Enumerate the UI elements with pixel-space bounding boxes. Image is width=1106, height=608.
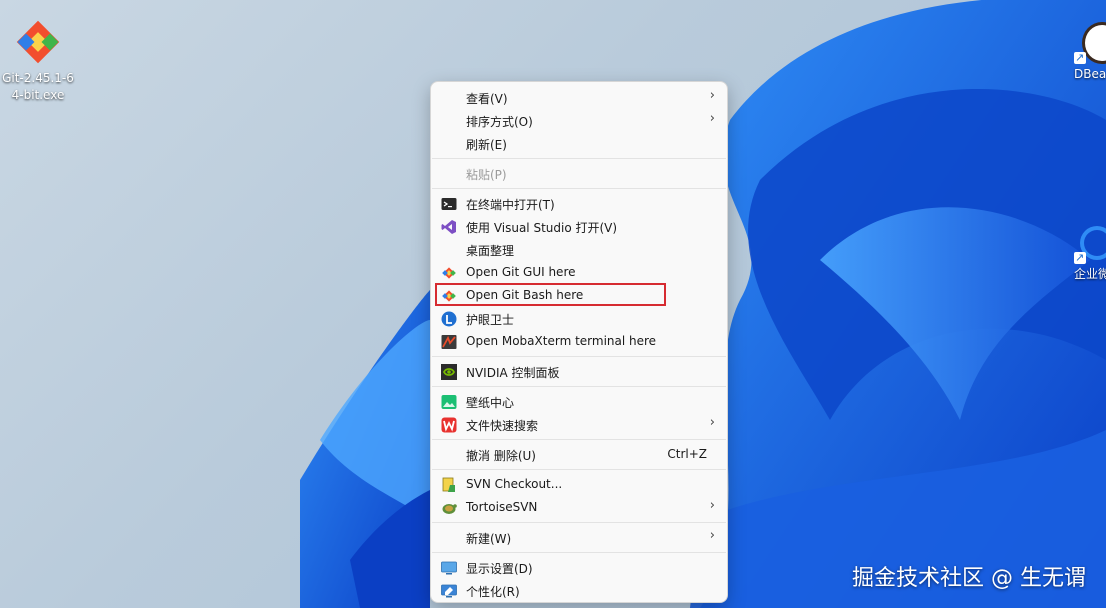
menu-item-nvidia[interactable]: NVIDIA 控制面板: [431, 360, 727, 383]
menu-item-label: 使用 Visual Studio 打开(V): [466, 221, 618, 235]
menu-item-label: 文件快速搜索: [466, 419, 539, 433]
menu-item-label: 刷新(E): [466, 138, 507, 152]
menu-item-svn-checkout[interactable]: SVN Checkout...: [431, 473, 727, 496]
menu-item-file-search[interactable]: 文件快速搜索 ›: [431, 413, 727, 436]
desktop-icon-git-installer[interactable]: Git-2.45.1-6 4-bit.exe: [2, 18, 74, 104]
tortoisesvn-icon: [442, 504, 457, 514]
menu-item-label: 粘贴(P): [466, 168, 507, 182]
context-menu: 查看(V) › 排序方式(O) › 刷新(E) 粘贴(P) 在终端中打开(T) …: [430, 81, 728, 603]
menu-item-wallpaper-center[interactable]: 壁纸中心: [431, 390, 727, 413]
nvidia-icon: [441, 364, 457, 380]
shortcut-arrow-icon: [1074, 249, 1086, 266]
menu-item-label: NVIDIA 控制面板: [466, 366, 560, 380]
eye-guard-icon: [441, 311, 457, 327]
menu-item-refresh[interactable]: 刷新(E): [431, 132, 727, 155]
menu-item-label: 个性化(R): [466, 585, 520, 599]
menu-item-label: 在终端中打开(T): [466, 198, 555, 212]
mobaxterm-icon: [441, 335, 457, 349]
menu-item-new[interactable]: 新建(W) ›: [431, 526, 727, 549]
visual-studio-icon: [441, 220, 456, 234]
menu-separator: [432, 439, 726, 440]
menu-item-git-gui[interactable]: Open Git GUI here: [431, 261, 727, 284]
menu-item-sort[interactable]: 排序方式(O) ›: [431, 109, 727, 132]
annotation-highlight-box: [435, 283, 666, 306]
svn-checkout-icon: [442, 477, 455, 492]
menu-separator: [432, 522, 726, 523]
menu-item-open-visual-studio[interactable]: 使用 Visual Studio 打开(V): [431, 215, 727, 238]
menu-item-label: 壁纸中心: [466, 396, 515, 410]
menu-separator: [432, 469, 726, 470]
menu-item-shortcut: Ctrl+Z: [667, 447, 707, 461]
menu-separator: [432, 158, 726, 159]
desktop-icon-wecom[interactable]: 企业微: [1074, 220, 1106, 283]
menu-item-label: 桌面整理: [466, 244, 515, 258]
personalize-icon: [441, 584, 457, 598]
desktop-icon-label: 企业微: [1074, 267, 1106, 281]
menu-separator: [432, 356, 726, 357]
menu-item-mobaxterm[interactable]: Open MobaXterm terminal here: [431, 330, 727, 353]
menu-item-label: 显示设置(D): [466, 562, 533, 576]
menu-item-tortoisesvn[interactable]: TortoiseSVN ›: [431, 496, 727, 519]
git-icon: [442, 267, 456, 279]
wps-icon: [441, 417, 457, 433]
submenu-arrow-icon: ›: [709, 88, 715, 103]
git-installer-icon: [16, 20, 60, 64]
menu-item-label: Open MobaXterm terminal here: [466, 334, 657, 348]
desktop-icon-label: 4-bit.exe: [11, 88, 65, 102]
desktop-icon-label: Git-2.45.1-6: [2, 71, 74, 85]
menu-item-desktop-organize[interactable]: 桌面整理: [431, 238, 727, 261]
menu-item-personalize[interactable]: 个性化(R): [431, 579, 727, 602]
desktop-icon-label: DBea: [1074, 67, 1106, 81]
terminal-icon: [441, 198, 457, 210]
submenu-arrow-icon: ›: [709, 528, 715, 543]
menu-item-open-terminal[interactable]: 在终端中打开(T): [431, 192, 727, 215]
submenu-arrow-icon: ›: [709, 111, 715, 126]
menu-separator: [432, 188, 726, 189]
menu-item-view[interactable]: 查看(V) ›: [431, 86, 727, 109]
desktop-icon-dbeaver[interactable]: DBea: [1074, 18, 1106, 83]
menu-item-paste: 粘贴(P): [431, 162, 727, 185]
menu-item-label: Open Git GUI here: [466, 265, 576, 279]
menu-item-label: 护眼卫士: [466, 313, 515, 327]
submenu-arrow-icon: ›: [709, 415, 715, 430]
menu-separator: [432, 552, 726, 553]
menu-item-undo-delete[interactable]: 撤消 删除(U) Ctrl+Z: [431, 443, 727, 466]
menu-item-label: 新建(W): [466, 532, 512, 546]
menu-separator: [432, 386, 726, 387]
menu-item-label: SVN Checkout...: [466, 477, 563, 491]
menu-item-eye-guard[interactable]: 护眼卫士: [431, 307, 727, 330]
menu-item-label: 撤消 删除(U): [466, 449, 536, 463]
shortcut-arrow-icon: [1074, 49, 1086, 66]
menu-item-label: 排序方式(O): [466, 115, 533, 129]
watermark: 掘金技术社区 @ 生无谓: [852, 566, 1086, 591]
wallpaper-icon: [441, 395, 457, 409]
menu-item-label: 查看(V): [466, 92, 508, 106]
menu-item-label: TortoiseSVN: [466, 500, 538, 514]
display-icon: [441, 561, 457, 575]
submenu-arrow-icon: ›: [709, 498, 715, 513]
menu-item-display-settings[interactable]: 显示设置(D): [431, 556, 727, 579]
